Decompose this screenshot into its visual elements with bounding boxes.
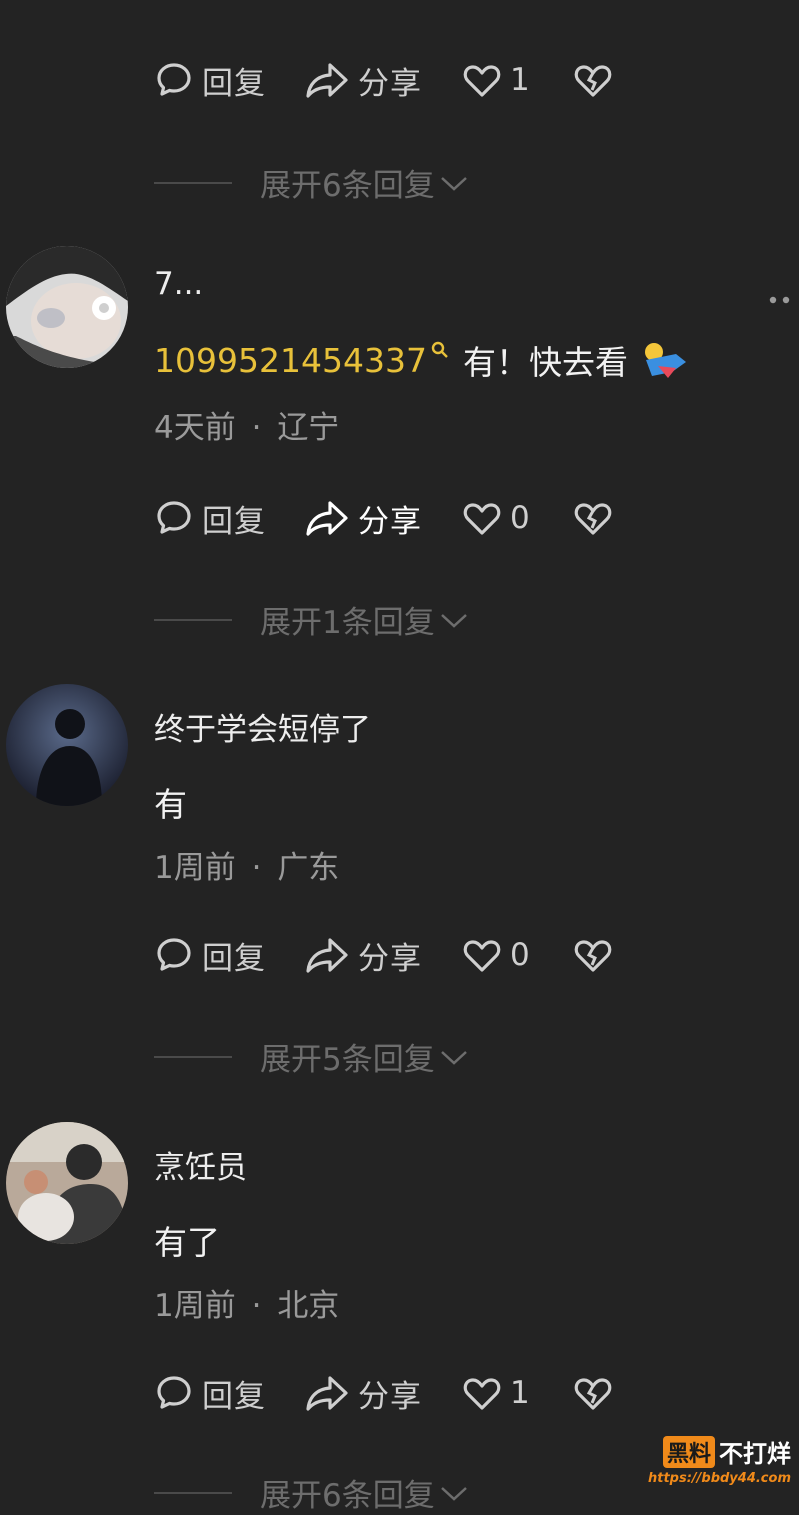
- reply-button[interactable]: 回复: [154, 58, 266, 103]
- share-arrow-icon: [306, 501, 348, 536]
- comment-text: 有了: [154, 1216, 220, 1264]
- divider: [154, 181, 232, 184]
- dislike-button[interactable]: [573, 498, 613, 538]
- reply-button[interactable]: 回复: [154, 496, 266, 541]
- divider: [154, 1055, 232, 1058]
- broken-heart-icon: [574, 503, 612, 535]
- reply-bubble-icon: [157, 63, 191, 96]
- expand-replies-label: 展开5条回复: [260, 1042, 435, 1078]
- avatar[interactable]: [6, 684, 128, 806]
- comment-text: 1099521454337 有！快去看: [154, 336, 690, 384]
- comment-actions: 回复 分享 0: [154, 933, 613, 977]
- expand-replies-label: 展开6条回复: [260, 1478, 435, 1514]
- like-button[interactable]: 1: [462, 1373, 531, 1413]
- like-count: 1: [510, 62, 531, 98]
- comment-text: 有: [154, 778, 187, 826]
- comment-body: 有: [154, 785, 187, 824]
- chevron-down-icon: [440, 1050, 467, 1065]
- meta-separator: ·: [251, 850, 262, 886]
- watermark: 黑料 不打烊 https://bbdy44.com: [631, 1434, 791, 1494]
- broken-heart-icon: [574, 940, 612, 972]
- broken-heart-icon: [574, 1378, 612, 1410]
- expand-replies[interactable]: 展开5条回复: [154, 1034, 469, 1079]
- timestamp: 4天前: [154, 410, 236, 446]
- expand-replies-label: 展开1条回复: [260, 605, 435, 641]
- share-arrow-icon: [306, 63, 348, 98]
- watermark-brand: 黑料: [662, 1435, 715, 1468]
- timestamp: 1周前: [154, 850, 236, 886]
- like-count: 0: [510, 500, 531, 536]
- reply-button[interactable]: 回复: [154, 933, 266, 978]
- username[interactable]: 终于学会短停了: [154, 704, 371, 749]
- username[interactable]: 烹饪员: [154, 1142, 247, 1187]
- share-button[interactable]: 分享: [304, 58, 422, 103]
- like-count: 1: [510, 1375, 531, 1411]
- heart-icon: [463, 65, 501, 97]
- reply-label: 回复: [202, 940, 266, 977]
- share-label: 分享: [358, 65, 422, 102]
- comment-actions: 回复 分享 1: [154, 58, 613, 102]
- more-options-icon[interactable]: [768, 290, 796, 304]
- share-label: 分享: [358, 503, 422, 540]
- expand-replies[interactable]: 展开6条回复: [154, 160, 469, 205]
- reply-bubble-icon: [157, 501, 191, 534]
- search-icon: [431, 341, 448, 358]
- meta-separator: ·: [251, 410, 262, 446]
- like-count: 0: [510, 937, 531, 973]
- comment-meta: 1周前 · 广东: [154, 842, 339, 887]
- mention-link[interactable]: 1099521454337: [154, 341, 427, 380]
- divider: [154, 618, 232, 621]
- divider: [154, 1491, 232, 1494]
- comment-meta: 4天前 · 辽宁: [154, 402, 339, 447]
- comment-body: 有了: [154, 1223, 220, 1262]
- dislike-button[interactable]: [573, 1373, 613, 1413]
- emoji-icon: [644, 343, 686, 378]
- location: 广东: [277, 850, 340, 886]
- avatar[interactable]: [6, 1122, 128, 1244]
- reply-label: 回复: [202, 65, 266, 102]
- heart-icon: [463, 503, 501, 535]
- share-arrow-icon: [306, 938, 348, 973]
- expand-replies-label: 展开6条回复: [260, 168, 435, 204]
- reply-label: 回复: [202, 1378, 266, 1415]
- expand-replies[interactable]: 展开1条回复: [154, 597, 469, 642]
- reply-bubble-icon: [157, 938, 191, 971]
- location: 辽宁: [277, 410, 340, 446]
- chevron-down-icon: [440, 1486, 467, 1501]
- reply-bubble-icon: [157, 1376, 191, 1409]
- share-arrow-icon: [306, 1376, 348, 1411]
- reply-button[interactable]: 回复: [154, 1371, 266, 1416]
- like-button[interactable]: 1: [462, 60, 531, 100]
- avatar[interactable]: [6, 246, 128, 368]
- watermark-url: https://bbdy44.com: [647, 1471, 791, 1486]
- chevron-down-icon: [440, 176, 467, 191]
- comment-actions: 回复 分享 1: [154, 1371, 613, 1415]
- watermark-tagline: 不打烊: [719, 1440, 791, 1468]
- like-button[interactable]: 0: [462, 498, 531, 538]
- broken-heart-icon: [574, 65, 612, 97]
- meta-separator: ·: [251, 1288, 262, 1324]
- comment-actions: 回复 分享 0: [154, 496, 613, 540]
- dislike-button[interactable]: [573, 60, 613, 100]
- comment-meta: 1周前 · 北京: [154, 1280, 339, 1325]
- share-button[interactable]: 分享: [304, 496, 422, 541]
- reply-label: 回复: [202, 503, 266, 540]
- share-button[interactable]: 分享: [304, 933, 422, 978]
- share-label: 分享: [358, 940, 422, 977]
- like-button[interactable]: 0: [462, 935, 531, 975]
- chevron-down-icon: [440, 613, 467, 628]
- username[interactable]: 7...: [154, 266, 203, 302]
- heart-icon: [463, 1378, 501, 1410]
- timestamp: 1周前: [154, 1288, 236, 1324]
- heart-icon: [463, 940, 501, 972]
- share-label: 分享: [358, 1378, 422, 1415]
- share-button[interactable]: 分享: [304, 1371, 422, 1416]
- dislike-button[interactable]: [573, 935, 613, 975]
- location: 北京: [277, 1288, 340, 1324]
- expand-replies[interactable]: 展开6条回复: [154, 1470, 469, 1515]
- comment-body: 有！快去看: [462, 343, 628, 382]
